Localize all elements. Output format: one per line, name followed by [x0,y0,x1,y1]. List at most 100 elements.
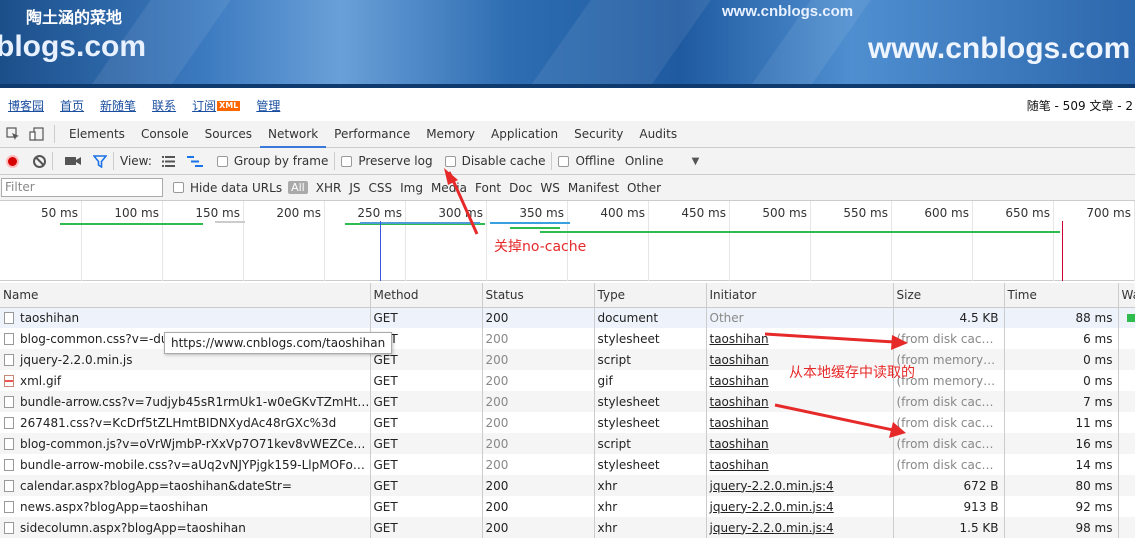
throttling-select[interactable]: Online ▼ [625,154,699,168]
disable-cache-checkbox[interactable]: Disable cache [444,154,545,168]
filter-toggle-button[interactable] [93,154,107,168]
tab-audits[interactable]: Audits [631,121,685,148]
filter-type-img[interactable]: Img [400,181,423,195]
nav-subscribe[interactable]: 订阅 XML [192,97,241,114]
cell-name[interactable]: blog-common.js?v=oVrWjmbP-rXxVp7O71kev8v… [0,433,371,454]
filter-type-css[interactable]: CSS [368,181,392,195]
initiator-link[interactable]: jquery-2.2.0.min.js:4 [710,521,834,535]
initiator-link[interactable]: taoshihan [710,353,769,367]
column-header-size[interactable]: Size [893,283,1005,308]
filter-type-manifest[interactable]: Manifest [568,181,619,195]
initiator-link[interactable]: jquery-2.2.0.min.js:4 [710,500,834,514]
filter-type-xhr[interactable]: XHR [316,181,342,195]
nav-link-manage[interactable]: 管理 [256,97,280,114]
cell-name[interactable]: calendar.aspx?blogApp=taoshihan&dateStr= [0,475,371,496]
tab-application[interactable]: Application [483,121,566,148]
nav-link-new-post[interactable]: 新随笔 [100,97,136,114]
nav-link-cnblogs[interactable]: 博客园 [8,97,44,114]
initiator-link[interactable]: taoshihan [710,458,769,472]
cell-initiator[interactable]: taoshihan [706,412,894,433]
inspect-element-icon[interactable] [2,123,24,145]
column-header-time[interactable]: Time [1004,283,1119,308]
url-tooltip: https://www.cnblogs.com/taoshihan [164,332,393,354]
nav-link-contact[interactable]: 联系 [152,97,176,114]
filter-type-ws[interactable]: WS [540,181,559,195]
cell-initiator[interactable]: jquery-2.2.0.min.js:4 [706,496,894,517]
initiator-link[interactable]: taoshihan [710,332,769,346]
cell-name[interactable]: taoshihan [0,307,371,328]
waterfall-view-button[interactable] [186,155,203,167]
column-header-waterfall[interactable]: Wa [1118,283,1135,308]
cell-name[interactable]: news.aspx?blogApp=taoshihan [0,496,371,517]
camera-icon [65,157,81,165]
filter-type-other[interactable]: Other [627,181,661,195]
cell-waterfall [1118,370,1135,391]
cell-name[interactable]: bundle-arrow.css?v=7udjyb45sR1rmUk1-w0eG… [0,391,371,412]
request-name: taoshihan [20,310,80,325]
xml-badge[interactable]: XML [217,101,241,111]
cell-waterfall [1118,307,1135,328]
column-header-status[interactable]: Status [482,283,595,308]
cell-initiator[interactable]: taoshihan [706,433,894,454]
cell-waterfall [1118,412,1135,433]
column-header-name[interactable]: Name [0,283,371,308]
table-row[interactable]: 267481.css?v=KcDrf5tZLHmtBIDNXydAc48rGXc… [0,412,1135,433]
toolbar-divider [113,152,114,170]
dropdown-arrow-icon: ▼ [691,155,700,167]
filter-type-media[interactable]: Media [431,181,467,195]
group-by-frame-checkbox[interactable]: Group by frame [216,154,328,168]
column-header-method[interactable]: Method [370,283,483,308]
cell-initiator[interactable]: jquery-2.2.0.min.js:4 [706,517,894,538]
large-rows-button[interactable] [161,155,175,167]
initiator-link[interactable]: jquery-2.2.0.min.js:4 [710,479,834,493]
filter-type-font[interactable]: Font [475,181,501,195]
hide-data-urls-checkbox[interactable]: Hide data URLs [173,181,282,195]
table-row[interactable]: sidecolumn.aspx?blogApp=taoshihan GET 20… [0,517,1135,538]
cell-initiator[interactable]: jquery-2.2.0.min.js:4 [706,475,894,496]
initiator-link[interactable]: taoshihan [710,416,769,430]
tab-memory[interactable]: Memory [418,121,483,148]
preserve-log-checkbox[interactable]: Preserve log [341,154,433,168]
initiator-link[interactable]: taoshihan [710,437,769,451]
initiator-link[interactable]: taoshihan [710,395,769,409]
filter-all-button[interactable]: All [288,181,308,194]
record-button[interactable] [6,154,19,168]
filter-type-doc[interactable]: Doc [509,181,532,195]
overview-tick: 550 ms [843,201,892,281]
table-row[interactable]: bundle-arrow.css?v=7udjyb45sR1rmUk1-w0eG… [0,391,1135,412]
tab-security[interactable]: Security [566,121,631,148]
clear-button[interactable] [33,154,46,168]
filter-type-js[interactable]: JS [349,181,360,195]
device-toolbar-icon[interactable] [26,123,48,145]
cell-waterfall [1118,454,1135,475]
cell-initiator[interactable]: taoshihan [706,328,894,349]
cell-name[interactable]: 267481.css?v=KcDrf5tZLHmtBIDNXydAc48rGXc… [0,412,371,433]
tab-console[interactable]: Console [133,121,197,148]
cell-waterfall [1118,328,1135,349]
table-row[interactable]: news.aspx?blogApp=taoshihan GET 200 xhr … [0,496,1135,517]
cell-time: 80 ms [1004,475,1119,496]
filter-input[interactable]: Filter [1,178,163,197]
cell-name[interactable]: xml.gif [0,370,371,391]
nav-link-home[interactable]: 首页 [60,97,84,114]
initiator-link[interactable]: taoshihan [710,374,769,388]
blog-title[interactable]: 陶土涵的菜地 [26,4,122,28]
column-header-type[interactable]: Type [594,283,707,308]
cell-name[interactable]: bundle-arrow-mobile.css?v=aUq2vNJYPjgk15… [0,454,371,475]
table-row[interactable]: xml.gif GET 200 gif taoshihan (from memo… [0,370,1135,391]
cell-initiator[interactable]: taoshihan [706,454,894,475]
table-row[interactable]: blog-common.js?v=oVrWjmbP-rXxVp7O71kev8v… [0,433,1135,454]
table-row[interactable]: taoshihan GET 200 document Other 4.5 KB … [0,307,1135,328]
tab-performance[interactable]: Performance [326,121,418,148]
column-header-initiator[interactable]: Initiator [706,283,894,308]
tab-elements[interactable]: Elements [61,121,133,148]
cell-name[interactable]: sidecolumn.aspx?blogApp=taoshihan [0,517,371,538]
tab-sources[interactable]: Sources [197,121,260,148]
table-row[interactable]: bundle-arrow-mobile.css?v=aUq2vNJYPjgk15… [0,454,1135,475]
offline-checkbox[interactable]: Offline [558,154,615,168]
screenshot-button[interactable] [65,155,81,167]
nav-link-subscribe[interactable]: 订阅 [192,99,216,113]
cell-initiator[interactable]: taoshihan [706,391,894,412]
table-row[interactable]: calendar.aspx?blogApp=taoshihan&dateStr=… [0,475,1135,496]
tab-network[interactable]: Network [260,121,327,148]
